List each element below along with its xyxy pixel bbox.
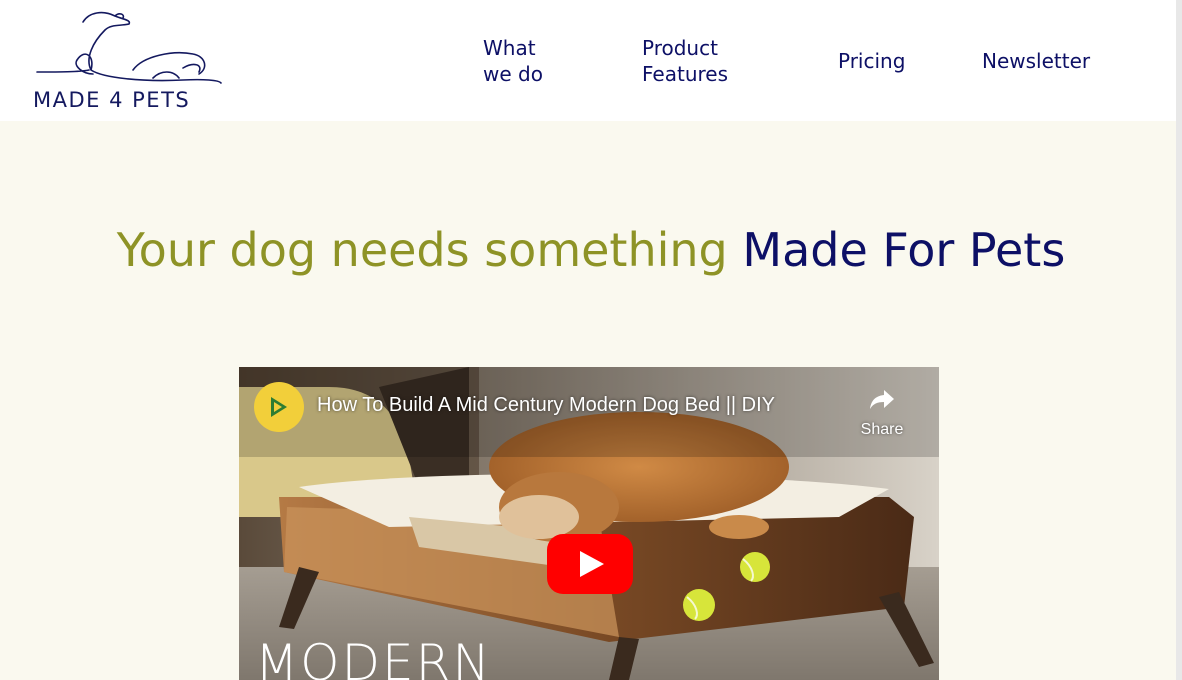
greyhound-line-icon (36, 11, 222, 84)
channel-avatar-icon[interactable] (254, 382, 304, 432)
video-title[interactable]: How To Build A Mid Century Modern Dog Be… (317, 394, 775, 417)
nav-newsletter[interactable]: Newsletter (982, 48, 1090, 74)
nav-product-features[interactable]: Product Features (642, 35, 772, 87)
nav-what-line1: What (483, 36, 536, 60)
youtube-play-icon[interactable] (547, 534, 633, 594)
nav-pricing[interactable]: Pricing (838, 48, 905, 74)
share-label: Share (860, 421, 904, 438)
share-arrow-icon (870, 390, 894, 409)
hero-heading-part2: Made For Pets (742, 223, 1066, 277)
video-overlay-text: MODERN (255, 634, 492, 680)
nav-features-line1: Product (642, 36, 718, 60)
nav-features-line2: Features (642, 62, 728, 86)
brand-name: MADE 4 PETS (33, 88, 191, 112)
page-scrollbar[interactable] (1176, 0, 1182, 680)
brand-logo[interactable]: MADE 4 PETS (33, 8, 225, 112)
hero-heading-part1: Your dog needs something (116, 223, 728, 277)
nav-what-we-do[interactable]: What we do (483, 35, 603, 87)
video-embed[interactable]: How To Build A Mid Century Modern Dog Be… (239, 367, 939, 680)
site-header: MADE 4 PETS What we do Product Features … (0, 0, 1182, 121)
nav-what-line2: we do (483, 62, 543, 86)
share-button[interactable]: Share (853, 383, 911, 447)
hero-heading: Your dog needs something Made For Pets (0, 222, 1182, 278)
